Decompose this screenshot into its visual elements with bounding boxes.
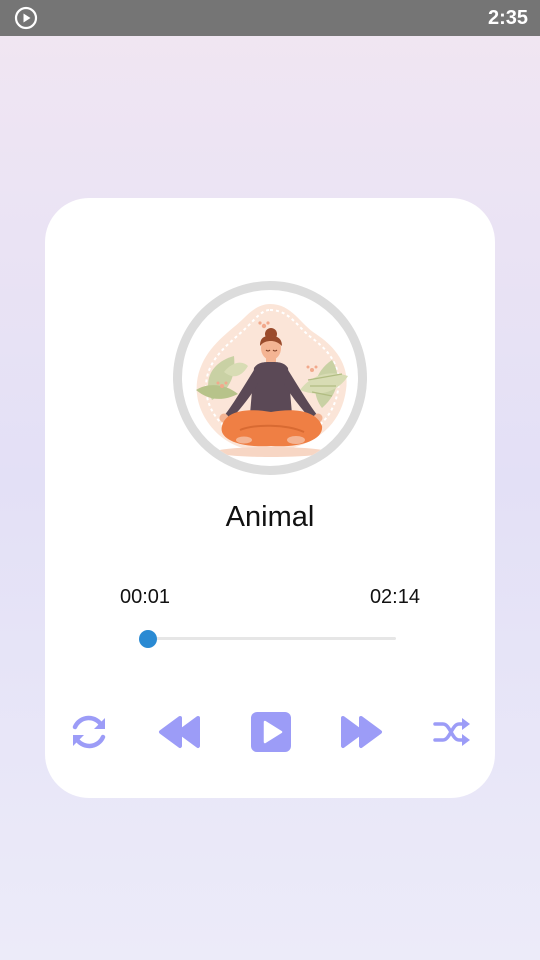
next-button[interactable] [337, 708, 385, 756]
play-icon [249, 710, 293, 754]
seek-bar[interactable] [138, 629, 396, 648]
status-bar: 2:35 [0, 0, 540, 36]
album-artwork [173, 281, 367, 475]
repeat-button[interactable] [65, 708, 113, 756]
fast-forward-icon [338, 712, 384, 752]
previous-button[interactable] [156, 708, 204, 756]
seek-thumb[interactable] [138, 629, 157, 648]
play-circle-icon [14, 6, 38, 30]
current-time: 00:01 [120, 586, 171, 608]
status-time: 2:35 [487, 7, 528, 29]
meditating-woman-illustration [182, 290, 358, 466]
play-button[interactable] [247, 708, 295, 756]
track-title: Animal [225, 501, 315, 533]
repeat-icon [66, 709, 112, 755]
playback-controls [45, 708, 495, 756]
shuffle-button[interactable] [428, 708, 476, 756]
total-time: 02:14 [369, 586, 420, 608]
shuffle-icon [432, 715, 472, 749]
player-card: Animal 00:01 02:14 [45, 198, 495, 798]
rewind-icon [157, 712, 203, 752]
